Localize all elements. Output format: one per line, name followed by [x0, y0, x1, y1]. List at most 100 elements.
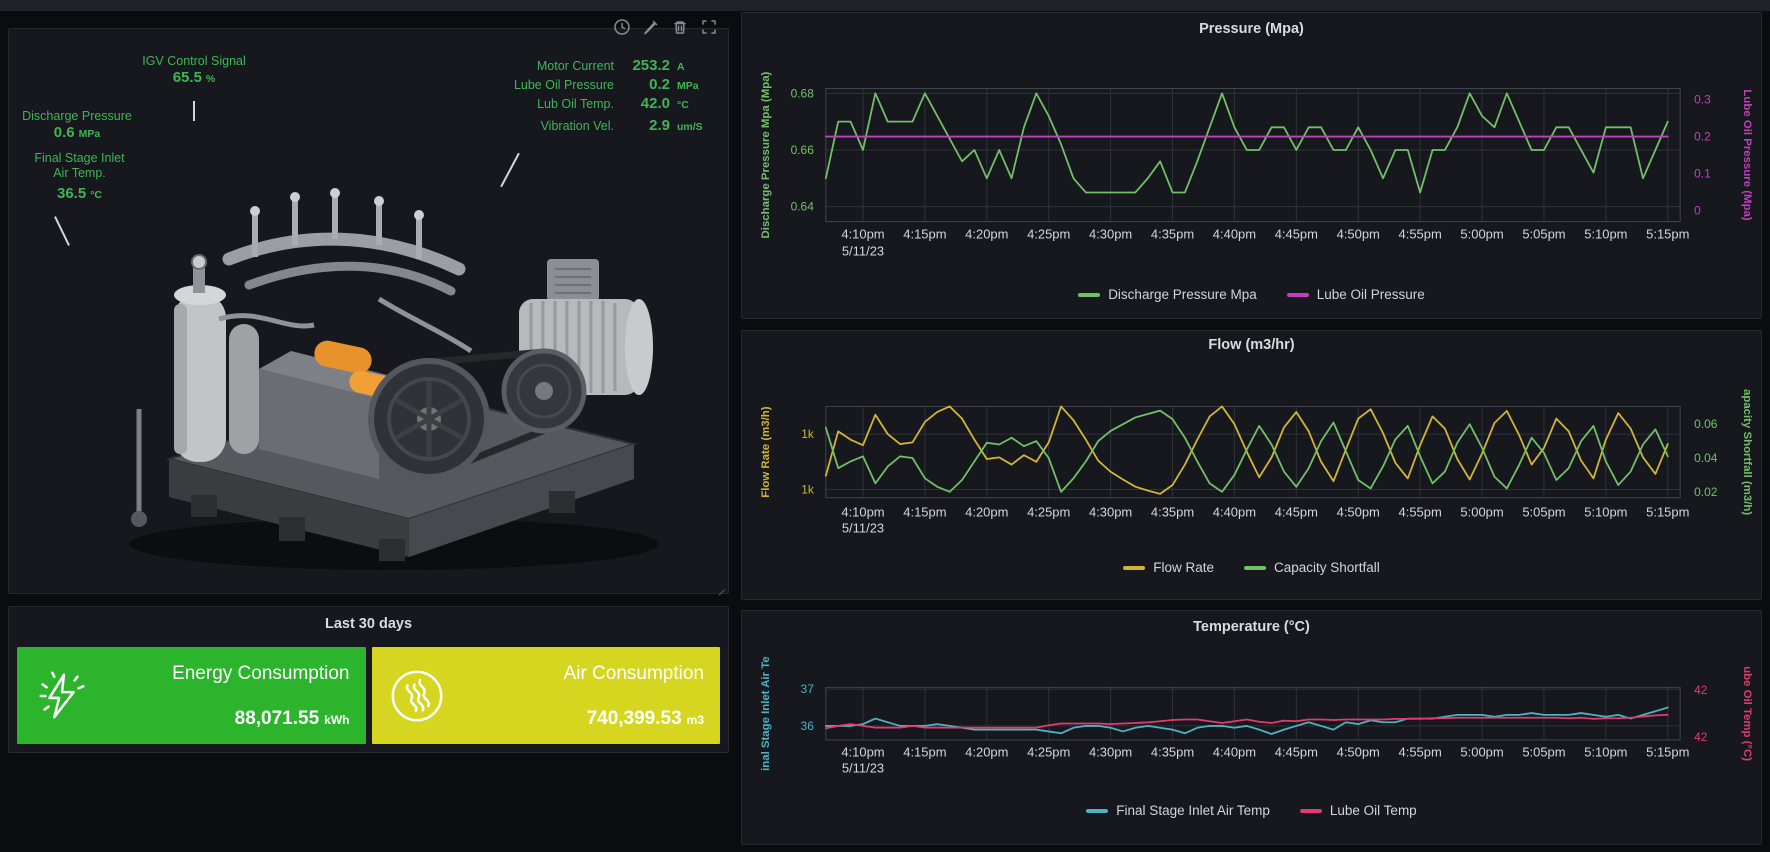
svg-text:42: 42 — [1694, 730, 1708, 744]
svg-text:5:05pm: 5:05pm — [1522, 227, 1565, 242]
svg-text:5/11/23: 5/11/23 — [842, 761, 884, 776]
svg-text:4:55pm: 4:55pm — [1399, 505, 1442, 520]
svg-text:4:25pm: 4:25pm — [1027, 745, 1070, 760]
svg-text:5:15pm: 5:15pm — [1646, 745, 1689, 760]
svg-text:42: 42 — [1694, 683, 1708, 697]
svg-text:4:10pm: 4:10pm — [841, 227, 884, 242]
svg-text:4:20pm: 4:20pm — [965, 227, 1008, 242]
svg-text:5/11/23: 5/11/23 — [842, 243, 884, 258]
legend-item-lube-oil-pressure[interactable]: Lube Oil Pressure — [1287, 287, 1425, 302]
temperature-legend: Final Stage Inlet Air Temp Lube Oil Temp — [742, 803, 1761, 818]
svg-text:0.02: 0.02 — [1694, 485, 1718, 499]
svg-text:Discharge Pressure Mpa (Mpa): Discharge Pressure Mpa (Mpa) — [760, 71, 772, 238]
top-strip — [0, 0, 1770, 11]
sensor-final-stage-temp: Final Stage Inlet Air Temp. 36.5°C — [17, 151, 142, 203]
legend-dash — [1078, 293, 1100, 297]
edit-icon[interactable] — [642, 18, 660, 36]
sensor-motor-current: Motor Current 253.2 A — [454, 57, 725, 74]
temperature-panel: Temperature (°C) 4:10pm5/11/234:15pm4:20… — [741, 610, 1762, 845]
svg-text:4:40pm: 4:40pm — [1213, 505, 1256, 520]
svg-text:4:45pm: 4:45pm — [1275, 745, 1318, 760]
legend-dash — [1300, 809, 1322, 813]
kpi-panel-title: Last 30 days — [9, 616, 728, 632]
legend-item-discharge-pressure-mpa[interactable]: Discharge Pressure Mpa — [1078, 287, 1257, 302]
svg-text:4:20pm: 4:20pm — [965, 505, 1008, 520]
svg-text:5:10pm: 5:10pm — [1584, 227, 1627, 242]
legend-dash — [1287, 293, 1309, 297]
svg-text:4:45pm: 4:45pm — [1275, 505, 1318, 520]
sensor-lub-oil-temp: Lub Oil Temp. 42.0 °C — [454, 95, 725, 112]
legend-dash — [1244, 566, 1266, 570]
kpi-label: Energy Consumption — [172, 663, 349, 685]
trash-icon[interactable] — [671, 18, 689, 36]
airflow-icon — [388, 667, 446, 725]
svg-text:0.68: 0.68 — [791, 86, 815, 100]
kpi-panel: Last 30 days Energy Consumption 88,071.5… — [8, 606, 729, 753]
svg-text:5:00pm: 5:00pm — [1460, 227, 1503, 242]
pressure-chart[interactable]: 4:10pm5/11/234:15pm4:20pm4:25pm4:30pm4:3… — [742, 13, 1761, 318]
svg-text:4:55pm: 4:55pm — [1399, 745, 1442, 760]
svg-text:4:15pm: 4:15pm — [903, 505, 946, 520]
svg-text:5/11/23: 5/11/23 — [842, 521, 884, 536]
sensor-vibration-vel: Vibration Vel. 2.9 um/S — [454, 117, 725, 134]
pressure-legend: Discharge Pressure Mpa Lube Oil Pressure — [742, 287, 1761, 302]
svg-text:4:45pm: 4:45pm — [1275, 227, 1318, 242]
kpi-value: 88,071.55kWh — [235, 708, 350, 730]
svg-text:4:35pm: 4:35pm — [1151, 227, 1194, 242]
svg-text:apacity Shortfall (m3/h): apacity Shortfall (m3/h) — [1741, 389, 1753, 515]
svg-text:4:15pm: 4:15pm — [903, 745, 946, 760]
svg-text:4:50pm: 4:50pm — [1337, 505, 1380, 520]
kpi-value: 740,399.53m3 — [587, 708, 704, 730]
svg-text:0: 0 — [1694, 204, 1701, 218]
legend-item-capacity-shortfall[interactable]: Capacity Shortfall — [1244, 560, 1380, 575]
compressor-illustration — [79, 119, 659, 579]
svg-text:5:15pm: 5:15pm — [1646, 505, 1689, 520]
kpi-label: Air Consumption — [564, 663, 704, 685]
panel-toolbar — [613, 18, 718, 36]
sensor-lube-oil-pressure: Lube Oil Pressure 0.2 MPa — [454, 76, 725, 93]
final-stage-leader-line — [54, 216, 70, 246]
dashboard: IGV Control Signal 65.5% Discharge Press… — [0, 0, 1770, 852]
kpi-row: Energy Consumption 88,071.55kWh Air Cons… — [17, 647, 720, 744]
svg-text:Lube Oil Pressure (Mpa): Lube Oil Pressure (Mpa) — [1741, 89, 1753, 220]
svg-text:Flow Rate (m3/h): Flow Rate (m3/h) — [760, 406, 772, 497]
igv-leader-line — [193, 101, 195, 121]
series-final-stage-inlet-air-temp — [826, 708, 1668, 734]
svg-text:4:10pm: 4:10pm — [841, 505, 884, 520]
svg-text:inal Stage Inlet Air Te: inal Stage Inlet Air Te — [760, 656, 772, 771]
legend-item-lube-oil-temp[interactable]: Lube Oil Temp — [1300, 803, 1417, 818]
svg-text:4:35pm: 4:35pm — [1151, 505, 1194, 520]
panel-resize-handle[interactable] — [716, 581, 726, 591]
svg-text:4:40pm: 4:40pm — [1213, 227, 1256, 242]
svg-text:0.66: 0.66 — [791, 143, 815, 157]
series-capacity-shortfall — [826, 411, 1668, 492]
svg-text:4:35pm: 4:35pm — [1151, 745, 1194, 760]
legend-dash — [1123, 566, 1145, 570]
legend-item-flow-rate[interactable]: Flow Rate — [1123, 560, 1214, 575]
svg-text:4:40pm: 4:40pm — [1213, 745, 1256, 760]
flow-chart[interactable]: 4:10pm5/11/23 4:15pm 4:20pm 4:25pm 4:30pm 4:3… — [742, 331, 1761, 599]
svg-text:4:50pm: 4:50pm — [1337, 227, 1380, 242]
svg-text:4:50pm: 4:50pm — [1337, 745, 1380, 760]
svg-text:5:10pm: 5:10pm — [1584, 745, 1627, 760]
compressor-panel: IGV Control Signal 65.5% Discharge Press… — [8, 28, 729, 594]
flow-panel: Flow (m3/hr) 4:10pm5/11/234:15pm4:20pm4:… — [741, 330, 1762, 600]
svg-text:4:30pm: 4:30pm — [1089, 745, 1132, 760]
legend-item-final-stage-inlet-air-temp[interactable]: Final Stage Inlet Air Temp — [1086, 803, 1270, 818]
svg-text:0.64: 0.64 — [791, 200, 815, 214]
lightning-icon — [33, 667, 91, 725]
svg-text:5:10pm: 5:10pm — [1584, 505, 1627, 520]
svg-text:36: 36 — [801, 719, 815, 733]
svg-text:5:00pm: 5:00pm — [1460, 745, 1503, 760]
svg-text:5:05pm: 5:05pm — [1522, 505, 1565, 520]
svg-text:5:15pm: 5:15pm — [1646, 227, 1689, 242]
legend-dash — [1086, 809, 1108, 813]
fullscreen-icon[interactable] — [700, 18, 718, 36]
air-consumption-stat: Air Consumption 740,399.53m3 — [372, 647, 721, 744]
svg-text:4:30pm: 4:30pm — [1089, 505, 1132, 520]
energy-consumption-stat: Energy Consumption 88,071.55kWh — [17, 647, 366, 744]
svg-text:4:55pm: 4:55pm — [1399, 227, 1442, 242]
svg-text:4:25pm: 4:25pm — [1027, 505, 1070, 520]
clock-icon[interactable] — [613, 18, 631, 36]
svg-text:0.3: 0.3 — [1694, 93, 1711, 107]
